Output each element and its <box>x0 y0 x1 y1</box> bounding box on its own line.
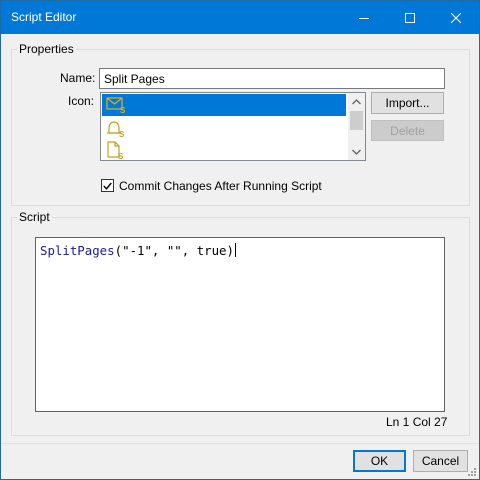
bell-s-icon: S <box>107 121 125 138</box>
name-field-value: Split Pages <box>104 72 165 86</box>
maximize-button[interactable] <box>387 1 433 34</box>
scroll-thumb[interactable] <box>350 111 363 130</box>
resize-grip-icon[interactable] <box>467 467 477 477</box>
ok-button[interactable]: OK <box>353 450 406 472</box>
import-button[interactable]: Import... <box>371 92 444 114</box>
script-editor-window: Script Editor Properties Name: Split Pag… <box>0 0 480 480</box>
minimize-icon <box>359 17 369 19</box>
properties-group-label: Properties <box>17 42 76 56</box>
icon-list[interactable]: S S S <box>100 92 366 161</box>
page-s-icon: S <box>107 141 124 160</box>
commit-checkbox-label[interactable]: Commit Changes After Running Script <box>119 179 322 193</box>
script-code-line: SplitPages("-1", "", true) <box>40 243 236 258</box>
icon-list-scrollbar[interactable] <box>348 93 365 160</box>
close-button[interactable] <box>433 1 479 34</box>
svg-text:S: S <box>120 106 126 114</box>
text-caret <box>234 243 236 257</box>
cancel-button[interactable]: Cancel <box>413 450 468 472</box>
chevron-down-icon <box>352 149 361 155</box>
commit-checkbox[interactable] <box>101 179 114 192</box>
chevron-up-icon <box>352 98 361 104</box>
cursor-position: Ln 1 Col 27 <box>386 415 448 429</box>
envelope-s-icon: S <box>106 97 126 114</box>
icon-list-item[interactable]: S <box>102 139 346 160</box>
name-field[interactable]: Split Pages <box>99 68 445 89</box>
minimize-button[interactable] <box>341 1 387 34</box>
window-title: Script Editor <box>11 10 77 24</box>
scroll-down-button[interactable] <box>348 143 365 160</box>
svg-text:S: S <box>118 152 124 160</box>
title-bar[interactable]: Script Editor <box>1 1 479 34</box>
maximize-icon <box>405 12 415 23</box>
code-arguments: ("-1", "", true) <box>114 243 234 258</box>
name-label: Name: <box>60 71 96 85</box>
checkmark-icon <box>103 182 112 190</box>
close-icon <box>451 12 461 23</box>
icon-list-item[interactable]: S <box>102 117 346 139</box>
footer-divider <box>1 443 479 444</box>
code-function-name: SplitPages <box>40 243 115 258</box>
script-group-label: Script <box>17 210 52 224</box>
script-code-editor[interactable]: SplitPages("-1", "", true) <box>35 237 445 412</box>
icon-label: Icon: <box>68 94 95 108</box>
icon-list-item[interactable]: S <box>102 94 346 116</box>
svg-text:S: S <box>119 130 125 138</box>
scroll-up-button[interactable] <box>348 93 365 110</box>
delete-button[interactable]: Delete <box>371 120 444 141</box>
